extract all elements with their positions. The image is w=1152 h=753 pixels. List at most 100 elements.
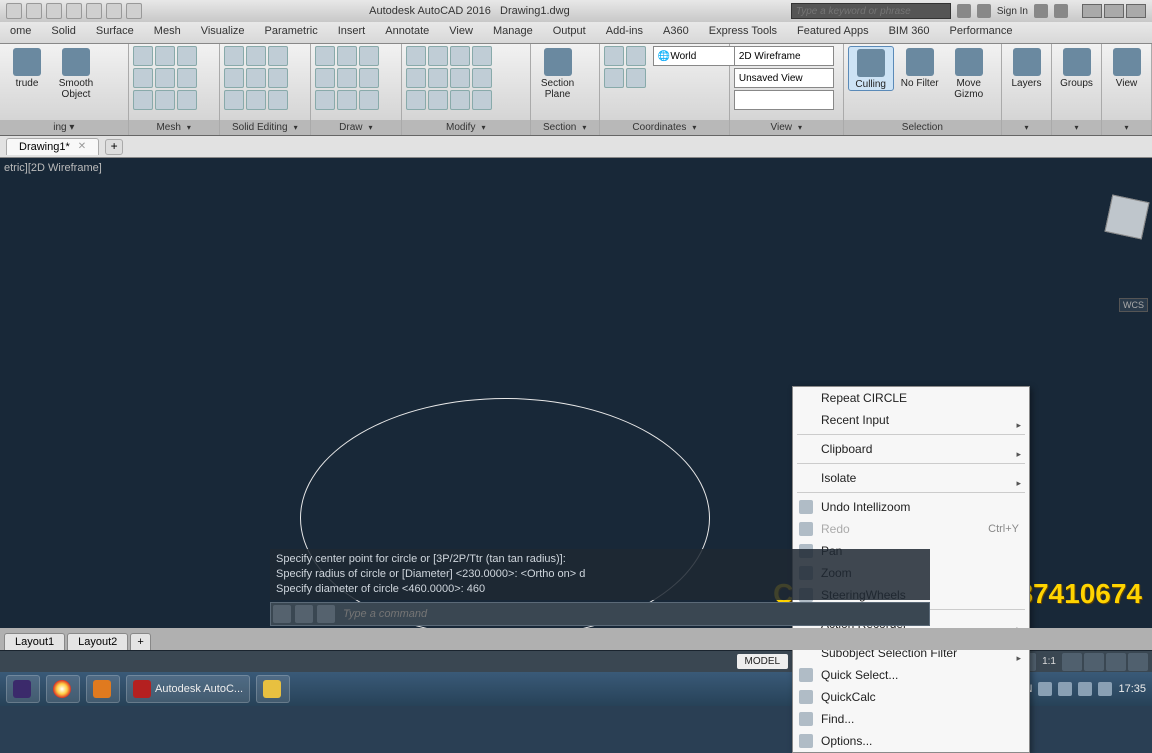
signin-label[interactable]: Sign In: [997, 6, 1028, 17]
tool-btn[interactable]: [133, 90, 153, 110]
tab-home[interactable]: ome: [0, 22, 41, 43]
model-space-toggle[interactable]: MODEL: [737, 654, 789, 669]
cm-recent-input[interactable]: Recent Input: [793, 409, 1029, 431]
smooth-object-button[interactable]: Smooth Object: [53, 46, 99, 100]
groups-button[interactable]: Groups: [1056, 46, 1097, 89]
tool-btn[interactable]: [428, 46, 448, 66]
tool-btn[interactable]: [155, 46, 175, 66]
taskbar-autocad[interactable]: Autodesk AutoC...: [126, 675, 250, 703]
tool-btn[interactable]: [472, 90, 492, 110]
command-input[interactable]: [337, 605, 929, 623]
cm-options[interactable]: Options...: [793, 730, 1029, 752]
file-tab-drawing1[interactable]: Drawing1*✕: [6, 138, 99, 155]
panel-label-coordinates[interactable]: Coordinates: [600, 120, 729, 135]
panel-label-view[interactable]: View: [730, 120, 843, 135]
tool-btn[interactable]: [337, 68, 357, 88]
tool-btn[interactable]: [177, 90, 197, 110]
tray-icon[interactable]: [1038, 682, 1052, 696]
tool-btn[interactable]: [406, 46, 426, 66]
extrude-button[interactable]: trude: [4, 46, 50, 89]
tool-btn[interactable]: [177, 46, 197, 66]
tab-manage[interactable]: Manage: [483, 22, 543, 43]
section-plane-button[interactable]: Section Plane: [535, 46, 581, 100]
tab-performance[interactable]: Performance: [940, 22, 1023, 43]
tab-insert[interactable]: Insert: [328, 22, 376, 43]
tool-btn[interactable]: [337, 90, 357, 110]
cm-quickcalc[interactable]: QuickCalc: [793, 686, 1029, 708]
tool-btn[interactable]: [268, 90, 288, 110]
panel-label-section[interactable]: Section: [531, 120, 599, 135]
panel-label-modify[interactable]: Modify: [402, 120, 530, 135]
tool-btn[interactable]: [626, 46, 646, 66]
tool-btn[interactable]: [315, 68, 335, 88]
tool-btn[interactable]: [315, 46, 335, 66]
cm-quick-select[interactable]: Quick Select...: [793, 664, 1029, 686]
help-icon[interactable]: [1054, 4, 1068, 18]
tool-btn[interactable]: [359, 90, 379, 110]
minimize-button[interactable]: [1082, 4, 1102, 18]
tool-btn[interactable]: [246, 90, 266, 110]
tool-btn[interactable]: [133, 68, 153, 88]
infocenter-icon[interactable]: [957, 4, 971, 18]
qat-btn[interactable]: [106, 3, 122, 19]
new-tab-button[interactable]: +: [105, 139, 123, 155]
move-gizmo-button[interactable]: Move Gizmo: [946, 46, 992, 100]
status-btn[interactable]: [1062, 653, 1082, 671]
tool-btn[interactable]: [626, 68, 646, 88]
tray-icon[interactable]: [1058, 682, 1072, 696]
clock[interactable]: 17:35: [1118, 683, 1146, 695]
tool-btn[interactable]: [428, 90, 448, 110]
qat-btn[interactable]: [86, 3, 102, 19]
taskbar-premiere[interactable]: [6, 675, 40, 703]
drawing-canvas[interactable]: etric][2D Wireframe] WCS CAD更多学习加群487410…: [0, 158, 1152, 650]
taskbar-mpc[interactable]: [256, 675, 290, 703]
panel-label-selection[interactable]: Selection: [844, 120, 1001, 135]
culling-button[interactable]: Culling: [848, 46, 894, 91]
cm-repeat[interactable]: Repeat CIRCLE: [793, 387, 1029, 409]
close-tab-icon[interactable]: ✕: [78, 141, 86, 153]
view-misc-dropdown[interactable]: [734, 90, 834, 110]
tab-featured[interactable]: Featured Apps: [787, 22, 879, 43]
signin-icon[interactable]: [977, 4, 991, 18]
layout-tab-add[interactable]: +: [130, 633, 150, 650]
tool-btn[interactable]: [224, 46, 244, 66]
taskbar-app[interactable]: [86, 675, 120, 703]
tool-btn[interactable]: [604, 46, 624, 66]
tab-parametric[interactable]: Parametric: [255, 22, 328, 43]
qat-btn[interactable]: [46, 3, 62, 19]
tool-btn[interactable]: [224, 90, 244, 110]
maximize-button[interactable]: [1104, 4, 1124, 18]
tool-btn[interactable]: [337, 46, 357, 66]
layers-button[interactable]: Layers: [1006, 46, 1047, 89]
tab-a360[interactable]: A360: [653, 22, 699, 43]
tool-btn[interactable]: [472, 46, 492, 66]
volume-icon[interactable]: [1098, 682, 1112, 696]
saved-view-dropdown[interactable]: Unsaved View: [734, 68, 834, 88]
cm-undo[interactable]: Undo Intellizoom: [793, 496, 1029, 518]
status-btn[interactable]: [1084, 653, 1104, 671]
layout-tab-2[interactable]: Layout2: [67, 633, 128, 650]
tool-btn[interactable]: [246, 68, 266, 88]
tab-express[interactable]: Express Tools: [699, 22, 787, 43]
no-filter-button[interactable]: No Filter: [897, 46, 943, 89]
tool-btn[interactable]: [268, 46, 288, 66]
panel-label-groups[interactable]: [1052, 120, 1101, 135]
close-button[interactable]: [1126, 4, 1146, 18]
system-tray[interactable]: EN 17:35: [1017, 682, 1146, 696]
qat-btn[interactable]: [126, 3, 142, 19]
annotation-scale[interactable]: 1:1: [1038, 656, 1060, 667]
tool-btn[interactable]: [315, 90, 335, 110]
panel-label-draw[interactable]: Draw: [311, 120, 401, 135]
tool-btn[interactable]: [472, 68, 492, 88]
panel-label-viewp[interactable]: [1102, 120, 1151, 135]
view-panel-button[interactable]: View: [1106, 46, 1147, 89]
tool-btn[interactable]: [133, 46, 153, 66]
cm-find[interactable]: Find...: [793, 708, 1029, 730]
panel-label-layers[interactable]: [1002, 120, 1051, 135]
tool-btn[interactable]: [359, 46, 379, 66]
tool-btn[interactable]: [604, 68, 624, 88]
tab-mesh[interactable]: Mesh: [144, 22, 191, 43]
command-line[interactable]: [270, 602, 930, 626]
qat-btn[interactable]: [66, 3, 82, 19]
tray-icon[interactable]: [1078, 682, 1092, 696]
